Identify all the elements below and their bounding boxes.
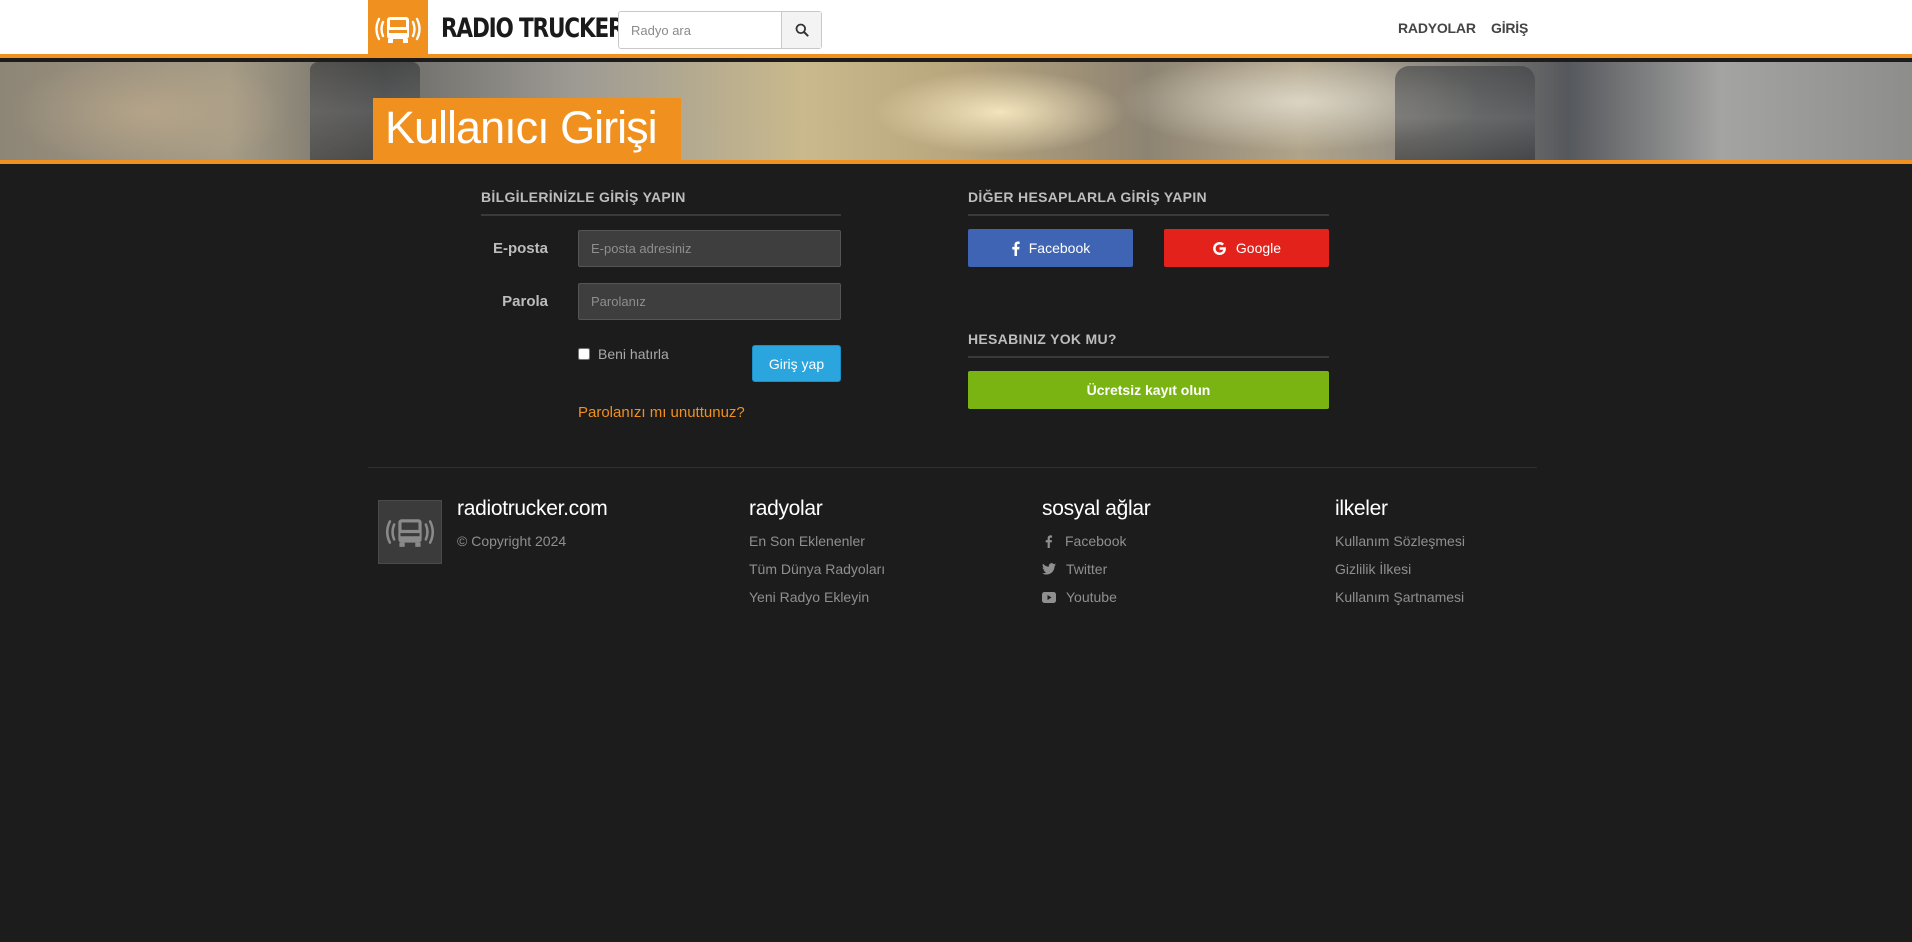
register-button[interactable]: Ücretsiz kayıt olun	[968, 371, 1329, 409]
google-icon	[1213, 241, 1226, 255]
footer-link-facebook[interactable]: Facebook	[1042, 533, 1126, 549]
social-login-heading: DİĞER HESAPLARLA GİRİŞ YAPIN	[968, 189, 1329, 216]
login-button[interactable]: Giriş yap	[752, 345, 841, 382]
banner-truck-image-right	[1395, 66, 1535, 160]
footer-link-kullanim-sartnamesi[interactable]: Kullanım Şartnamesi	[1335, 589, 1464, 605]
truck-radio-icon	[375, 17, 421, 43]
search-input[interactable]	[619, 12, 781, 48]
footer-link-yeni-radyo[interactable]: Yeni Radyo Ekleyin	[749, 589, 869, 605]
footer-social-title: sosyal ağlar	[1042, 497, 1151, 520]
footer-link-twitter[interactable]: Twitter	[1042, 561, 1107, 577]
login-section-heading: BİLGİLERİNİZLE GİRİŞ YAPIN	[481, 189, 841, 216]
search-button[interactable]	[781, 12, 821, 48]
footer-divider	[368, 467, 1537, 468]
page-banner: Kullanıcı Girişi	[0, 62, 1912, 160]
forgot-password-link[interactable]: Parolanızı mı unuttunuz?	[578, 404, 745, 421]
remember-label: Beni hatırla	[598, 346, 669, 362]
footer-twitter-label: Twitter	[1066, 561, 1108, 577]
footer-link-tum-dunya[interactable]: Tüm Dünya Radyoları	[749, 561, 885, 577]
google-login-button[interactable]: Google	[1164, 229, 1329, 267]
footer-facebook-label: Facebook	[1065, 533, 1127, 549]
search-box	[618, 11, 822, 49]
youtube-icon	[1042, 591, 1056, 603]
twitter-icon	[1042, 563, 1056, 575]
facebook-login-label: Facebook	[1028, 240, 1091, 256]
footer-policies-title: ilkeler	[1335, 497, 1388, 520]
footer-link-en-son[interactable]: En Son Eklenenler	[749, 533, 865, 549]
footer-youtube-label: Youtube	[1066, 589, 1117, 605]
nav-giris-link[interactable]: GİRİŞ	[1491, 20, 1528, 36]
banner-divider	[0, 160, 1912, 164]
footer-link-kullanim-sozlesmesi[interactable]: Kullanım Sözleşmesi	[1335, 533, 1465, 549]
password-label: Parola	[502, 293, 548, 310]
logo-text[interactable]: RADIO TRUCKER	[441, 10, 625, 48]
footer-link-gizlilik[interactable]: Gizlilik İlkesi	[1335, 561, 1411, 577]
footer-radyolar-title: radyolar	[749, 497, 823, 520]
email-label: E-posta	[492, 240, 548, 257]
page-title: Kullanıcı Girişi	[373, 98, 681, 160]
footer-site-title: radiotrucker.com	[457, 497, 608, 520]
google-login-label: Google	[1235, 240, 1282, 256]
facebook-icon	[1012, 241, 1020, 256]
footer-copyright: © Copyright 2024	[457, 533, 567, 549]
search-icon	[795, 23, 809, 37]
top-navbar: RADIO TRUCKER RADYOLAR GİRİŞ	[0, 0, 1912, 58]
no-account-heading: HESABINIZ YOK MU?	[968, 331, 1329, 358]
truck-radio-icon	[385, 519, 435, 547]
remember-checkbox[interactable]	[578, 348, 590, 360]
facebook-icon	[1045, 534, 1053, 548]
nav-radyolar-link[interactable]: RADYOLAR	[1398, 20, 1476, 36]
footer-logo[interactable]	[378, 500, 442, 564]
footer-link-youtube[interactable]: Youtube	[1042, 589, 1117, 605]
remember-me[interactable]: Beni hatırla	[578, 346, 669, 362]
logo-icon-box[interactable]	[368, 0, 428, 58]
password-field[interactable]	[578, 283, 841, 320]
email-field[interactable]	[578, 230, 841, 267]
facebook-login-button[interactable]: Facebook	[968, 229, 1133, 267]
